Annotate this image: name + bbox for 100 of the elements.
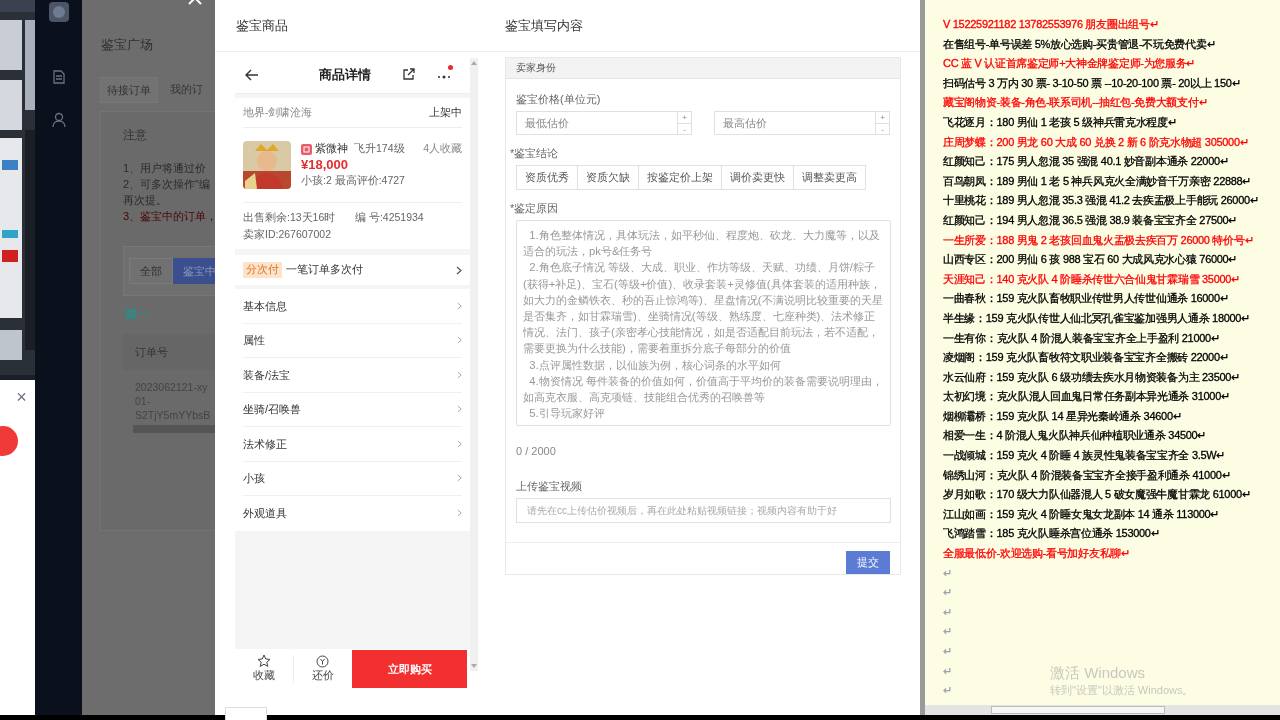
panel-title: 鉴宝商品 (236, 16, 289, 35)
document-line: 一曲春秋：159 克火队畜牧职业传世男人传世仙通杀 16000↵ (943, 291, 1229, 307)
horizontal-scrollbar[interactable] (925, 705, 1280, 715)
section-row[interactable]: 装备/法宝 (243, 358, 462, 393)
chevron-icon (456, 265, 462, 275)
document-line: 飞花逐月：180 男仙 1 老孩 5 级神兵雷克水程度↵ (943, 114, 1177, 130)
notice-text: 3、鉴宝中的订单， (123, 209, 215, 224)
document-line: 全服最低价-欢迎选购-看号加好友私聊↵ (943, 546, 1130, 562)
logo-icon[interactable] (48, 2, 69, 22)
document-line: 水云仙府：159 克火队 6 级功绩去疾水月物资装备为主 23500↵ (943, 369, 1240, 385)
field-label: *鉴定原因 (510, 200, 560, 216)
listing-status: 上架中 (429, 104, 462, 120)
number-field[interactable]: 最低估价 + - (516, 111, 692, 135)
scrollbar[interactable] (470, 58, 478, 671)
document-line: 在售组号-单号误差 5%放心选购-买贵管退-不玩免费代卖↵ (943, 36, 1216, 52)
input-field[interactable]: 请先在cc上传估价视频后，再在此处粘贴视频链接；视频内容有助于好 (516, 498, 891, 523)
section-row[interactable]: 坐骑/召唤兽 (243, 392, 462, 427)
chevron-icon (457, 405, 462, 414)
seller-id: 卖家ID:267607002 (243, 227, 332, 242)
document-line: 锦绣山河：克火队 4 阶混装备宝宝齐全接手盈利通杀 41000↵ (943, 467, 1231, 483)
bargain-label[interactable]: 还价 (311, 667, 334, 684)
document-line: 江山如画：159 克火 4 阶睡女鬼女龙副本 14 通杀 113000↵ (943, 506, 1220, 522)
document-line: 红颜知己：175 男人忽混 35 强混 40.1 妙音副本通杀 22000↵ (943, 154, 1229, 170)
favorite-label[interactable]: 收藏 (253, 668, 275, 684)
page-title: 鉴宝广场 (101, 36, 154, 54)
coin-icon[interactable] (316, 654, 329, 668)
close-icon[interactable]: × (16, 388, 27, 406)
document-line: ↵ (943, 683, 952, 699)
installment-tag: 分次付 (243, 262, 282, 278)
document-line: ↵ (943, 644, 952, 659)
role-stats: 小孩:2 最高评价:4727 (301, 173, 406, 188)
document-line: 藏宝阁物资-装备-角色-联系司机--抽红包-免费大额支付↵ (943, 95, 1208, 111)
document-line: 庄周梦蝶：200 男龙 60 大成 60 兑换 2 新 6 阶克水物超 305000↵ (943, 134, 1249, 150)
chevron-icon (457, 301, 462, 310)
document-line: CC 蓝 V 认证首席鉴定师+大神金牌鉴定师-为您服务↵ (943, 56, 1196, 72)
document-line: 相爱一生：4 阶混人鬼火队神兵仙种植职业通杀 34500↵ (943, 428, 1207, 444)
option-button[interactable]: 资质欠缺 (577, 164, 639, 190)
option-button[interactable]: 资质优秀 (516, 164, 578, 190)
document-line: 半生缘：159 克火队传世人仙北冥孔雀宝鉴加强男人通杀 18000↵ (943, 310, 1250, 326)
scrollbar[interactable] (133, 425, 215, 433)
document-line: ↵ (943, 604, 952, 620)
field-label: *鉴宝结论 (510, 146, 560, 161)
panel-title: 鉴宝填写内容 (505, 16, 583, 35)
document-line: 山西专区：200 男仙 6 孩 988 宝石 60 大成风克水心猿 76000↵ (943, 252, 1238, 268)
document-line: 扫码估号 3 万内 30 票- 3-10-50 票 --10-20-100 票- 20以上 150↵ (943, 75, 1241, 91)
chevron-icon (457, 474, 462, 483)
document-line: 一生有你：克火队 4 阶混人装备宝宝齐全上手盈利 21000↵ (943, 330, 1220, 346)
option-button[interactable]: 按鉴定价上架 (638, 164, 722, 190)
document-line: ↵ (943, 663, 952, 679)
share-icon[interactable] (402, 68, 415, 81)
document-line: 烟柳灞桥：159 克火队 14 星异光秦岭通杀 34600↵ (943, 408, 1182, 424)
text-area[interactable]: 1.角色整体情况，具体玩法，如平秒仙、程度炮、砍龙、大力魔等，以及适合的玩法，pk号&任务号 2.角色底子情况 等级、大成、职业、作坊等级、天赋、功绩、月饼/粽子(获得+补足)、宝石(等级+价值)、收录套装+灵修值(具体套装的适用种族，如大力的金鳞铁衣、秒的吾止惊鸿等)、星盘情况(不满说明比较重要的天星是否集齐，如甘霖瑞雪)、坐骑情况(等级、熟练度、七座种类)、法术修正情况、法门、孩子(亲密孝心技能情况，如是否适配目前玩法，若不适配，需要更换为什么技能)，需要着重拆分底子每部分的价值 3.点评属性数据，以仙族为例，核心词条的水平如何 4.物资情况 每件装备的价值如何，价值高于平均价的装备需要说明理由，如高克衣服、高克项链、技能组合优秀的召唤兽等 5.引导玩家好评 (516, 220, 891, 426)
section-row[interactable]: 法术修正 (243, 427, 462, 462)
character-counter: 0 / 2000 (516, 444, 557, 459)
section-row[interactable]: 外观道具 (243, 496, 462, 531)
number-field[interactable]: 最高估价 + - (714, 111, 890, 135)
option-button[interactable]: 调整卖更高 (793, 164, 866, 190)
user-icon[interactable] (51, 112, 66, 128)
chevron-icon (457, 370, 462, 379)
document-line: 飞鸿踏雪：185 克火队睡杀宫位通杀 153000↵ (943, 526, 1160, 542)
installment-text: 一笔订单多次付 (286, 262, 363, 278)
scrollbar-thumb[interactable] (991, 706, 1165, 714)
chevron-icon (457, 439, 462, 448)
document-line: 天涯知己：140 克火队 4 阶睡杀传世六合仙鬼甘霖瑞雪 35000↵ (943, 271, 1240, 287)
decrement-button[interactable]: - (678, 124, 691, 135)
role-level: 飞升174级 (354, 141, 405, 157)
increment-button[interactable]: + (678, 112, 691, 124)
submit-button[interactable]: 提交 (846, 551, 890, 574)
more-icon[interactable] (437, 73, 451, 80)
document-line: ↵ (943, 585, 952, 601)
back-arrow-icon[interactable] (245, 68, 259, 81)
favorite-count: 4人收藏 (423, 141, 462, 157)
section-row[interactable]: 属性 (243, 323, 462, 358)
screen-title: 商品详情 (319, 65, 371, 84)
document-line: 太初幻境：克火队混人回血鬼日常任务副本异光通杀 31000↵ (943, 389, 1230, 405)
increment-button[interactable]: + (876, 112, 889, 124)
decrement-button[interactable]: - (876, 124, 889, 135)
field-label: 鉴宝价格(单位元) (516, 91, 602, 107)
chevron-icon (457, 509, 462, 518)
document-line: ↵ (943, 565, 952, 581)
section-row[interactable]: 基本信息 (243, 289, 462, 324)
scroll-down-icon[interactable] (471, 664, 477, 669)
document-line: 凌烟阁：159 克火队畜牧符文职业装备宝宝齐全搬砖 22000↵ (943, 350, 1229, 366)
chevron-icon (457, 336, 462, 345)
document-line: 百鸟朝凤：189 男仙 1 老 5 神兵风克火全满妙音千万亲密 22888↵ (943, 173, 1252, 189)
document-line: 岁月如歌：170 级大力队仙器混人 5 破女魔强牛魔甘霖龙 61000↵ (943, 487, 1251, 503)
buy-now-button[interactable]: 立即购买 (352, 650, 467, 688)
document-icon[interactable] (51, 70, 66, 84)
installment-row[interactable]: 分次付 一笔订单多次付 (235, 255, 470, 285)
section-row[interactable]: 小孩 (243, 461, 462, 496)
option-button[interactable]: 调价卖更快 (721, 164, 794, 190)
price: ¥18,000 (301, 157, 349, 173)
server-name: 地界-剑啸沧海 (243, 104, 313, 120)
role-name: 紫微神 (315, 141, 348, 157)
tag-icon (301, 143, 312, 155)
document-line: 红颜知己：194 男人忽混 36.5 强混 38.9 装备宝宝齐全 27500↵ (943, 212, 1238, 228)
star-icon[interactable] (257, 654, 271, 669)
time-left: 出售剩余:13天16时 (243, 210, 337, 225)
section-header: 卖家身份 (506, 58, 900, 79)
scroll-up-icon[interactable] (471, 60, 477, 65)
